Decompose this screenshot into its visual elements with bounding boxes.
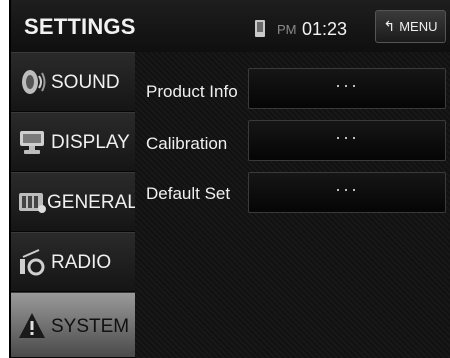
clock-ampm: PM: [277, 22, 297, 37]
phone-icon: [255, 20, 265, 37]
clock-time: 01:23: [302, 19, 348, 39]
row-label-calibration: Calibration: [146, 134, 228, 153]
sidebar-item-label: DISPLAY: [51, 132, 130, 153]
sidebar-item-label: RADIO: [51, 252, 112, 273]
sidebar-item-label: SYSTEM: [51, 316, 130, 337]
settings-screen: SETTINGS PM 01:23 ↰ MENU SOUND DISPLAY G…: [9, 0, 450, 358]
sidebar: SOUND DISPLAY GENERAL RADIO SYSTEM: [11, 52, 138, 358]
menu-button[interactable]: ↰ MENU: [375, 10, 446, 43]
warning-icon: [19, 313, 45, 338]
sidebar-item-display[interactable]: DISPLAY: [11, 112, 135, 172]
back-arrow-icon: ↰: [383, 18, 396, 34]
radio-icon: [20, 249, 45, 276]
page-title: SETTINGS: [24, 14, 136, 39]
menu-button-label: MENU: [399, 19, 438, 34]
row-label-default-set: Default Set: [146, 184, 231, 203]
general-icon: [19, 193, 46, 213]
monitor-icon: [20, 131, 44, 154]
sidebar-item-system[interactable]: SYSTEM: [11, 292, 135, 358]
sidebar-item-sound[interactable]: SOUND: [11, 52, 135, 112]
default-set-button[interactable]: ···: [248, 172, 446, 213]
sidebar-item-general[interactable]: GENERAL: [11, 172, 138, 232]
sidebar-item-radio[interactable]: RADIO: [11, 232, 135, 292]
sidebar-item-label: SOUND: [51, 72, 120, 93]
sidebar-item-label: GENERAL: [47, 192, 138, 213]
row-label-product-info: Product Info: [146, 82, 238, 101]
speaker-icon: [22, 70, 46, 94]
header-bar: SETTINGS PM 01:23 ↰ MENU: [11, 0, 450, 52]
settings-list: Product Info ··· Calibration ··· Default…: [135, 52, 450, 358]
calibration-button[interactable]: ···: [248, 120, 446, 161]
product-info-button[interactable]: ···: [248, 68, 446, 109]
